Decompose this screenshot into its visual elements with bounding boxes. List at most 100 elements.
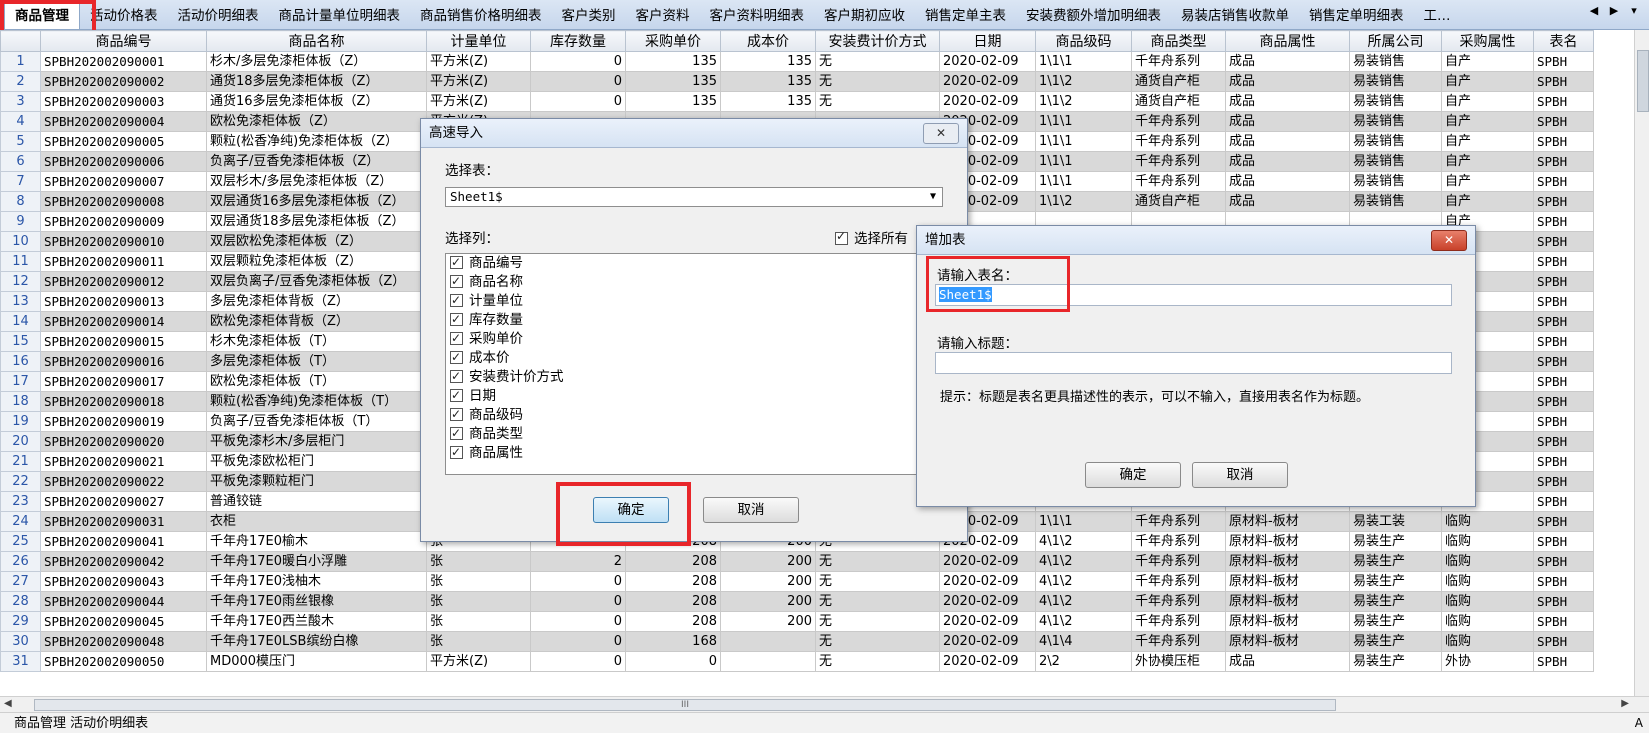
table-cell[interactable]: 0 bbox=[625, 651, 721, 672]
table-cell[interactable]: 易装销售 bbox=[1349, 151, 1442, 172]
row-number[interactable]: 6 bbox=[0, 151, 41, 172]
table-cell[interactable]: 1\1\2 bbox=[1035, 91, 1132, 112]
table-cell[interactable]: 千年舟系列 bbox=[1131, 531, 1226, 552]
table-cell[interactable]: 0 bbox=[530, 631, 626, 652]
import-cancel-button[interactable]: 取消 bbox=[703, 497, 799, 523]
column-checkbox-item[interactable]: 日期 bbox=[446, 386, 942, 406]
table-cell[interactable]: SPBH202002090041 bbox=[40, 531, 207, 552]
table-cell[interactable]: 易装生产 bbox=[1349, 631, 1442, 652]
table-cell[interactable]: 成品 bbox=[1225, 111, 1350, 132]
table-cell[interactable]: 2020-02-09 bbox=[939, 71, 1036, 92]
row-number[interactable]: 1 bbox=[0, 51, 41, 72]
table-cell[interactable]: SPBH202002090043 bbox=[40, 571, 207, 592]
table-cell[interactable]: 双层颗粒免漆柜体板（Z） bbox=[206, 251, 427, 272]
row-number[interactable]: 5 bbox=[0, 131, 41, 152]
table-cell[interactable]: 普通铰链 bbox=[206, 491, 427, 512]
table-cell[interactable]: SPBH bbox=[1533, 511, 1594, 532]
table-cell[interactable]: 1\1\1 bbox=[1035, 111, 1132, 132]
row-number[interactable]: 31 bbox=[0, 651, 41, 672]
table-row[interactable]: 29 SPBH202002090045 千年舟17E0西兰酸木张 0 208 200 无 20… bbox=[0, 611, 1594, 632]
table-cell[interactable]: SPBH bbox=[1533, 311, 1594, 332]
tab-9[interactable]: 销售定单主表 bbox=[915, 3, 1016, 29]
table-cell[interactable]: 2020-02-09 bbox=[939, 651, 1036, 672]
table-cell[interactable]: 千年舟系列 bbox=[1131, 631, 1226, 652]
column-checkbox-item[interactable]: 商品类型 bbox=[446, 424, 942, 444]
table-cell[interactable]: 无 bbox=[815, 551, 940, 572]
table-cell[interactable]: 168 bbox=[625, 631, 721, 652]
checkbox-icon[interactable] bbox=[450, 443, 463, 462]
row-number[interactable]: 22 bbox=[0, 471, 41, 492]
table-cell[interactable]: 原材料-板材 bbox=[1225, 531, 1350, 552]
column-header[interactable]: 日期 bbox=[939, 30, 1036, 52]
table-cell[interactable]: 临购 bbox=[1441, 511, 1534, 532]
row-number[interactable]: 28 bbox=[0, 591, 41, 612]
table-cell[interactable]: SPBH bbox=[1533, 251, 1594, 272]
table-cell[interactable]: 200 bbox=[720, 611, 816, 632]
table-cell[interactable]: 易装生产 bbox=[1349, 651, 1442, 672]
column-header[interactable]: 商品类型 bbox=[1131, 30, 1226, 52]
table-cell[interactable]: 135 bbox=[625, 91, 721, 112]
table-cell[interactable]: 张 bbox=[426, 571, 531, 592]
row-number[interactable]: 15 bbox=[0, 331, 41, 352]
table-cell[interactable]: 千年舟17E0雨丝银橡 bbox=[206, 591, 427, 612]
tab-5[interactable]: 客户类别 bbox=[552, 3, 626, 29]
table-select[interactable]: Sheet1$ ▼ bbox=[445, 187, 943, 207]
table-cell[interactable]: 易装工装 bbox=[1349, 511, 1442, 532]
row-number[interactable]: 26 bbox=[0, 551, 41, 572]
table-cell[interactable]: 平板免漆颗粒柜门 bbox=[206, 471, 427, 492]
table-cell[interactable]: SPBH bbox=[1533, 231, 1594, 252]
column-checkbox-item[interactable]: 商品编号 bbox=[446, 254, 942, 273]
table-cell[interactable]: 2 bbox=[530, 551, 626, 572]
table-cell[interactable]: 临购 bbox=[1441, 551, 1534, 572]
table-cell[interactable]: 原材料-板材 bbox=[1225, 591, 1350, 612]
table-cell[interactable]: 张 bbox=[426, 551, 531, 572]
checkbox-icon[interactable] bbox=[450, 367, 463, 386]
column-header[interactable]: 库存数量 bbox=[530, 30, 626, 52]
table-cell[interactable]: 千年舟系列 bbox=[1131, 591, 1226, 612]
table-cell[interactable]: 易装销售 bbox=[1349, 71, 1442, 92]
column-header[interactable]: 商品名称 bbox=[206, 30, 427, 52]
add-table-ok-button[interactable]: 确定 bbox=[1085, 462, 1181, 488]
table-cell[interactable]: 易装销售 bbox=[1349, 191, 1442, 212]
table-cell[interactable]: 200 bbox=[720, 551, 816, 572]
table-cell[interactable]: 4\1\2 bbox=[1035, 571, 1132, 592]
row-number[interactable]: 21 bbox=[0, 451, 41, 472]
table-cell[interactable]: 双层负离子/豆香免漆柜体板（Z） bbox=[206, 271, 427, 292]
table-cell[interactable]: SPBH202002090004 bbox=[40, 111, 207, 132]
table-cell[interactable]: SPBH bbox=[1533, 491, 1594, 512]
table-cell[interactable]: 张 bbox=[426, 611, 531, 632]
table-cell[interactable]: 无 bbox=[815, 651, 940, 672]
table-cell[interactable]: SPBH202002090022 bbox=[40, 471, 207, 492]
table-cell[interactable]: 135 bbox=[625, 51, 721, 72]
table-cell[interactable]: SPBH bbox=[1533, 171, 1594, 192]
table-cell[interactable]: 成品 bbox=[1225, 151, 1350, 172]
table-row[interactable]: 1 SPBH202002090001 杉木/多层免漆柜体板（Z） 平方米(Z) 0 135… bbox=[0, 51, 1594, 72]
row-number[interactable]: 14 bbox=[0, 311, 41, 332]
table-cell[interactable]: 成品 bbox=[1225, 131, 1350, 152]
table-cell[interactable]: SPBH202002090027 bbox=[40, 491, 207, 512]
table-cell[interactable]: 临购 bbox=[1441, 531, 1534, 552]
table-row[interactable]: 3 SPBH202002090003 通货16多层免漆柜体板（Z） 平方米(Z) 0 13… bbox=[0, 91, 1594, 112]
table-cell[interactable]: 千年舟系列 bbox=[1131, 111, 1226, 132]
table-cell[interactable]: 平方米(Z) bbox=[426, 51, 531, 72]
table-cell[interactable]: SPBH202002090003 bbox=[40, 91, 207, 112]
row-number[interactable]: 30 bbox=[0, 631, 41, 652]
table-row[interactable]: 27 SPBH202002090043 千年舟17E0浅柚木张 0 208 200 无 202… bbox=[0, 571, 1594, 592]
table-cell[interactable]: SPBH202002090008 bbox=[40, 191, 207, 212]
tab-0[interactable]: 商品管理 bbox=[4, 1, 80, 29]
table-cell[interactable]: 1\1\1 bbox=[1035, 171, 1132, 192]
table-cell[interactable] bbox=[720, 651, 816, 672]
table-cell[interactable]: 千年舟系列 bbox=[1131, 151, 1226, 172]
row-number[interactable]: 13 bbox=[0, 291, 41, 312]
table-cell[interactable]: SPBH202002090002 bbox=[40, 71, 207, 92]
table-cell[interactable]: SPBH bbox=[1533, 331, 1594, 352]
table-cell[interactable]: SPBH202002090001 bbox=[40, 51, 207, 72]
import-ok-button[interactable]: 确定 bbox=[593, 497, 669, 523]
table-cell[interactable]: 2020-02-09 bbox=[939, 91, 1036, 112]
vertical-scrollbar[interactable] bbox=[1634, 30, 1649, 696]
table-row[interactable]: 31 SPBH202002090050 MD000模压门 平方米(Z) 0 0 无 2020-… bbox=[0, 651, 1594, 672]
table-cell[interactable]: 平板免漆欧松柜门 bbox=[206, 451, 427, 472]
table-cell[interactable]: 原材料-板材 bbox=[1225, 511, 1350, 532]
table-cell[interactable]: 临购 bbox=[1441, 591, 1534, 612]
table-cell[interactable]: 成品 bbox=[1225, 651, 1350, 672]
